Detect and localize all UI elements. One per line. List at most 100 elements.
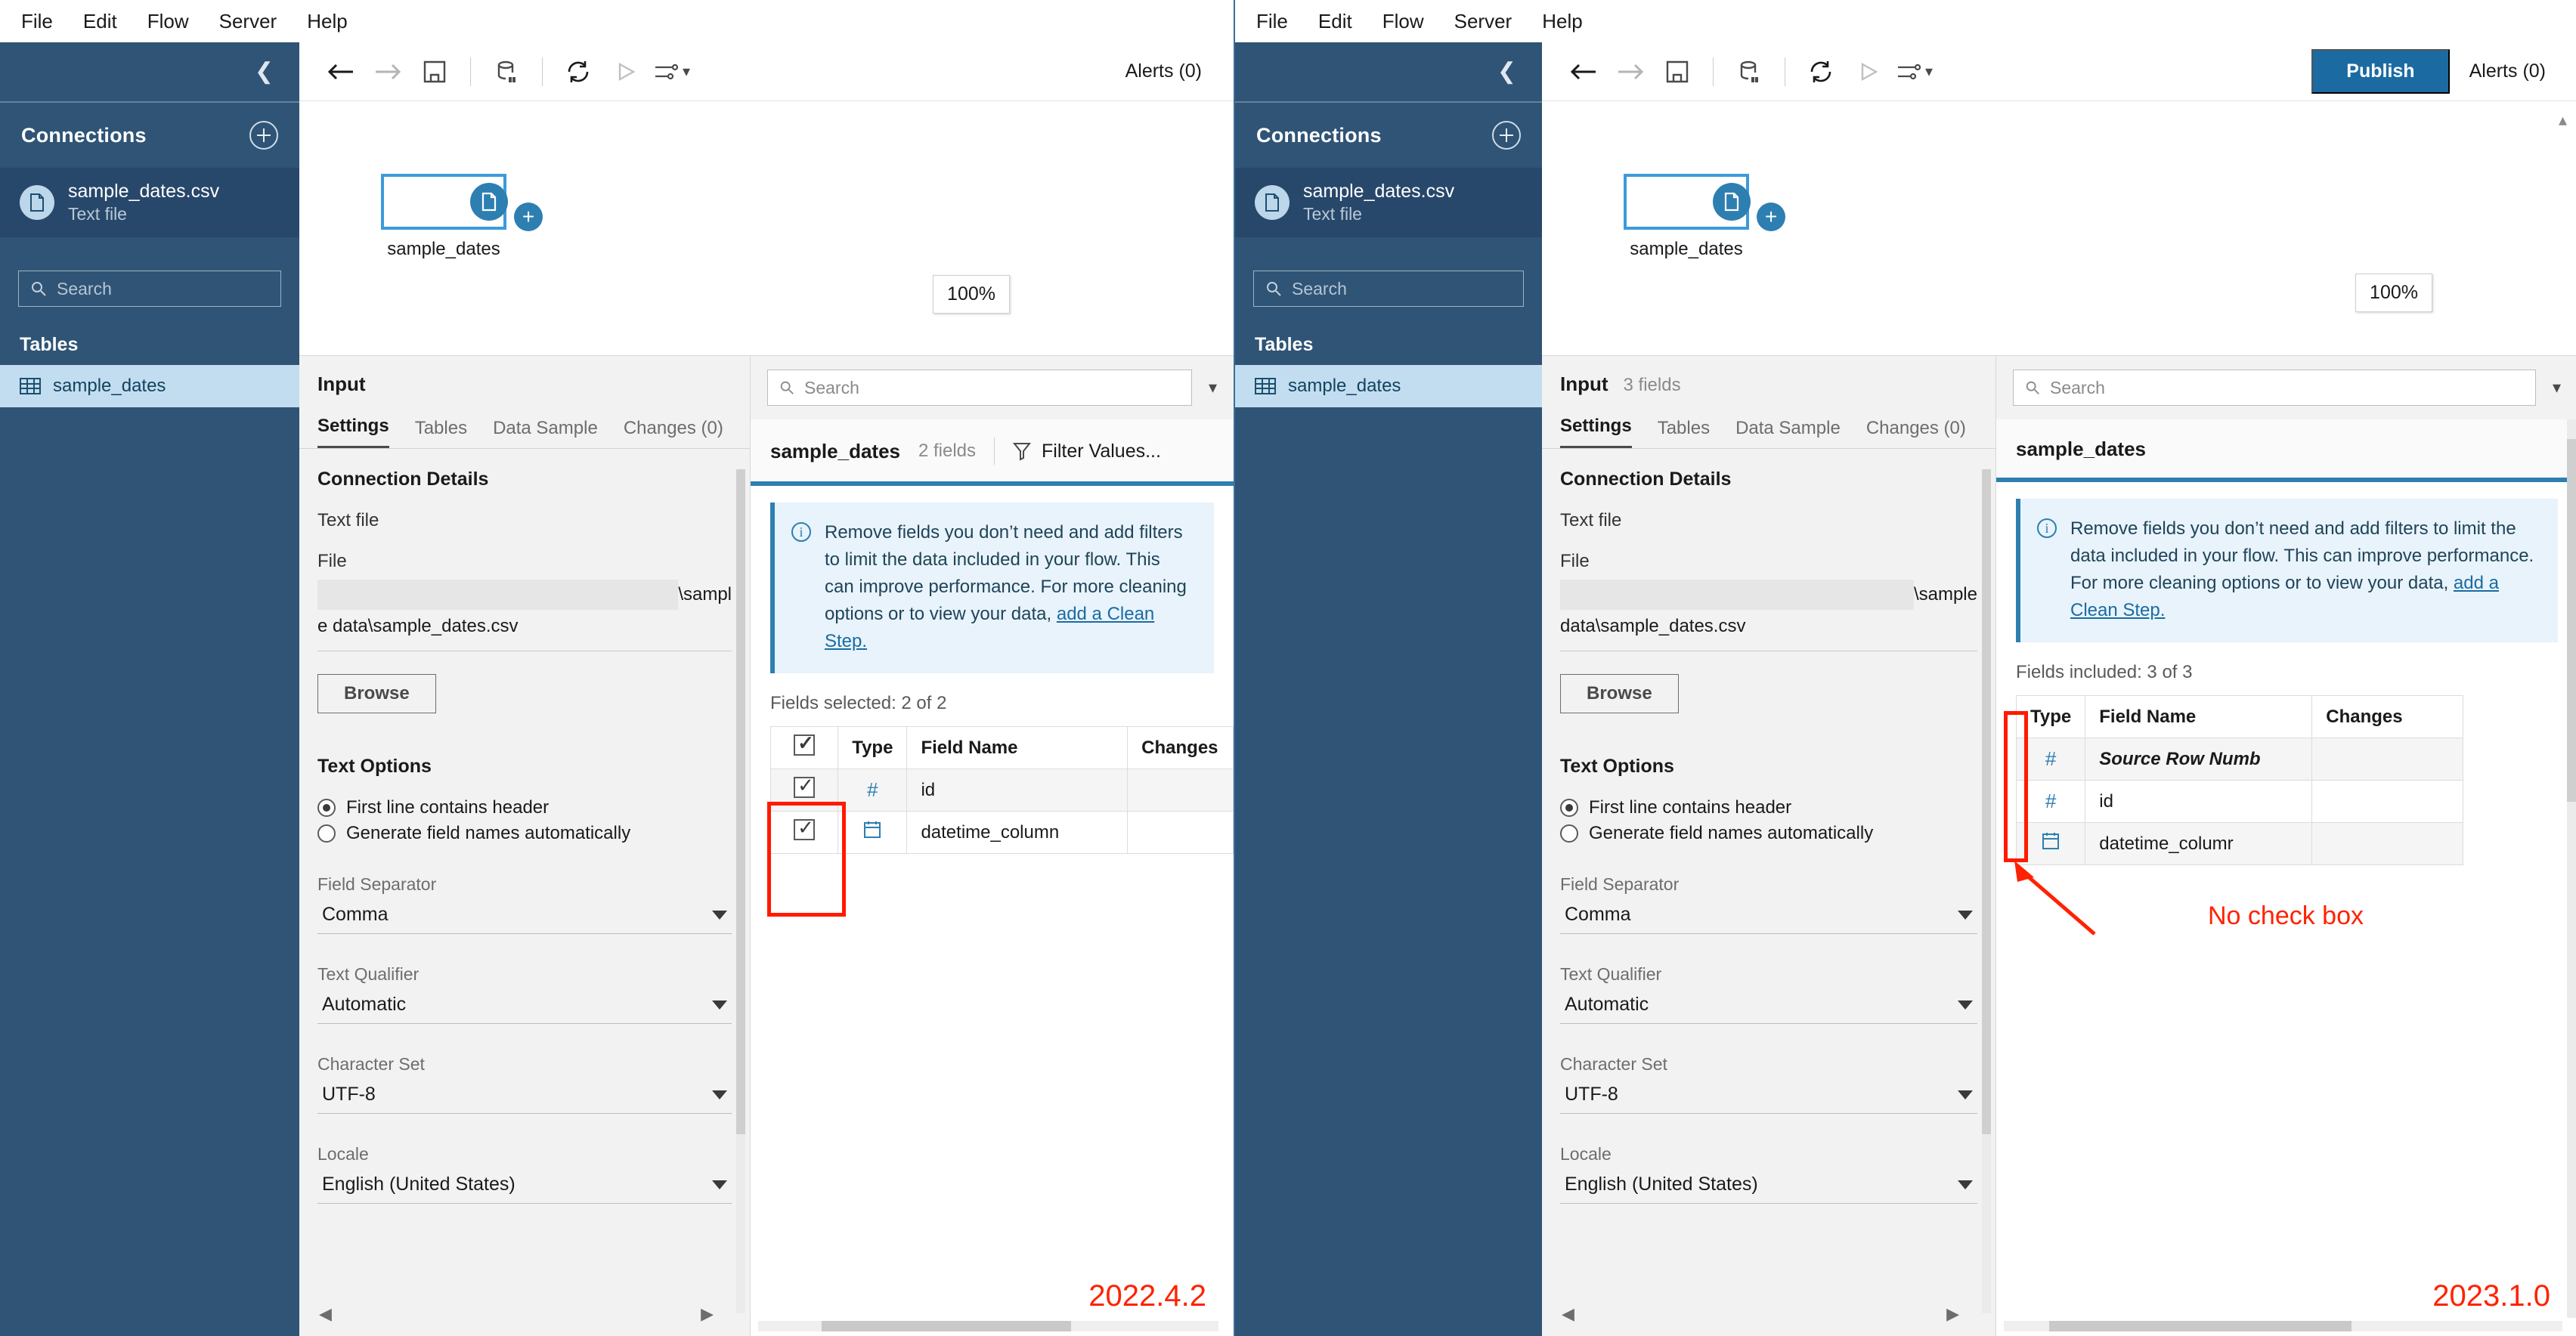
tab-settings[interactable]: Settings: [1560, 416, 1632, 448]
plus-icon[interactable]: +: [1757, 203, 1785, 231]
fields-hscrollbar-thumb[interactable]: [2049, 1321, 2352, 1331]
radio-button-on[interactable]: [317, 799, 336, 817]
search-input[interactable]: Search: [2013, 370, 2536, 406]
scroll-left-arrow[interactable]: ◀: [319, 1304, 332, 1324]
menu-item-file[interactable]: File: [6, 10, 68, 33]
field-separator-select[interactable]: Comma: [317, 901, 732, 934]
database-pause-icon[interactable]: [1726, 48, 1773, 95]
radio-button-on[interactable]: [1560, 799, 1578, 817]
arrow-right-icon[interactable]: [364, 48, 411, 95]
search-input[interactable]: Search: [767, 370, 1192, 406]
checkbox-all[interactable]: [794, 731, 816, 756]
settings-scrollbar-thumb[interactable]: [1982, 469, 1991, 1134]
column-field-name[interactable]: Field Name: [2085, 695, 2313, 738]
column-field-name[interactable]: Field Name: [906, 726, 1129, 769]
file-path-input[interactable]: [1560, 580, 1914, 610]
menu-item-server[interactable]: Server: [204, 10, 293, 33]
table-row[interactable]: # id: [2015, 780, 2464, 823]
chevron-down-icon[interactable]: ▾: [1209, 378, 1217, 397]
search-input[interactable]: Search: [18, 271, 281, 307]
flow-canvas-right[interactable]: + sample_dates 100% ▴: [1542, 101, 2576, 355]
column-type[interactable]: Type: [2015, 695, 2086, 738]
tab-data-sample[interactable]: Data Sample: [493, 418, 598, 448]
fields-hscrollbar-thumb[interactable]: [822, 1321, 1071, 1331]
table-item-sample-dates[interactable]: sample_dates: [1235, 365, 1542, 407]
tab-settings[interactable]: Settings: [317, 416, 389, 448]
search-input[interactable]: Search: [1253, 271, 1524, 307]
save-icon[interactable]: [1654, 48, 1701, 95]
plus-circle-icon[interactable]: [249, 121, 278, 150]
publish-button[interactable]: Publish: [2311, 49, 2450, 94]
filter-values-button[interactable]: Filter Values...: [1013, 441, 1161, 462]
locale-select[interactable]: English (United States): [1560, 1171, 1977, 1204]
zoom-level-badge[interactable]: 100%: [933, 275, 1010, 314]
play-icon[interactable]: [602, 48, 649, 95]
save-icon[interactable]: [411, 48, 458, 95]
chevron-left-icon[interactable]: ❮: [255, 60, 274, 83]
checkbox-row[interactable]: [794, 816, 816, 840]
fields-vscrollbar-thumb[interactable]: [2567, 439, 2576, 802]
flow-canvas-left[interactable]: + sample_dates 100%: [299, 101, 1234, 355]
menu-item-edit[interactable]: Edit: [68, 10, 132, 33]
zoom-level-badge[interactable]: 100%: [2355, 274, 2432, 312]
arrow-left-icon[interactable]: [1560, 48, 1607, 95]
table-row[interactable]: datetime_column: [769, 811, 1234, 854]
node-box[interactable]: [381, 174, 508, 230]
text-qualifier-select[interactable]: Automatic: [317, 991, 732, 1024]
radio-generate-names[interactable]: Generate field names automatically: [1560, 823, 1977, 844]
browse-button[interactable]: Browse: [1560, 674, 1679, 713]
scroll-left-arrow[interactable]: ◀: [1562, 1304, 1574, 1324]
tab-changes[interactable]: Changes (0): [624, 418, 723, 448]
field-separator-select[interactable]: Comma: [1560, 901, 1977, 934]
settings-scrollbar-thumb[interactable]: [736, 469, 745, 1134]
radio-button-off[interactable]: [317, 824, 336, 843]
tab-tables[interactable]: Tables: [415, 418, 467, 448]
flow-node-sample-dates[interactable]: + sample_dates: [1624, 174, 1785, 260]
alerts-label[interactable]: Alerts (0): [1125, 60, 1215, 82]
row-checkbox-cell[interactable]: [769, 769, 839, 812]
table-row[interactable]: # id: [769, 769, 1234, 812]
play-icon[interactable]: [1844, 48, 1891, 95]
scroll-right-arrow[interactable]: ▶: [701, 1304, 714, 1324]
node-box[interactable]: [1624, 174, 1751, 230]
table-item-sample-dates[interactable]: sample_dates: [0, 365, 299, 407]
scroll-right-arrow[interactable]: ▶: [1946, 1304, 1959, 1324]
character-set-select[interactable]: UTF-8: [317, 1081, 732, 1114]
tab-data-sample[interactable]: Data Sample: [1735, 418, 1841, 448]
character-set-select[interactable]: UTF-8: [1560, 1081, 1977, 1114]
file-path-field[interactable]: \sample: [1560, 580, 1977, 610]
chevron-down-icon[interactable]: ▾: [2553, 378, 2561, 397]
select-all-header[interactable]: [769, 726, 839, 769]
column-changes[interactable]: Changes: [1127, 726, 1234, 769]
radio-first-line-header[interactable]: First line contains header: [317, 797, 732, 818]
sliders-icon[interactable]: ▾: [649, 48, 695, 95]
file-path-input[interactable]: [317, 580, 679, 610]
connection-item-sample-dates[interactable]: sample_dates.csv Text file: [1235, 168, 1542, 237]
tab-changes[interactable]: Changes (0): [1866, 418, 1966, 448]
browse-button[interactable]: Browse: [317, 674, 436, 713]
menu-item-flow[interactable]: Flow: [1367, 10, 1439, 33]
file-path-field[interactable]: \sampl: [317, 580, 732, 610]
arrow-left-icon[interactable]: [317, 48, 364, 95]
refresh-icon[interactable]: [1797, 48, 1844, 95]
flow-node-sample-dates[interactable]: + sample_dates: [381, 174, 543, 260]
alerts-label[interactable]: Alerts (0): [2469, 60, 2559, 82]
sliders-icon[interactable]: ▾: [1891, 48, 1938, 95]
menu-item-edit[interactable]: Edit: [1303, 10, 1367, 33]
radio-generate-names[interactable]: Generate field names automatically: [317, 823, 732, 844]
column-changes[interactable]: Changes: [2311, 695, 2464, 738]
plus-icon[interactable]: +: [514, 203, 543, 231]
connection-item-sample-dates[interactable]: sample_dates.csv Text file: [0, 168, 299, 237]
database-pause-icon[interactable]: [483, 48, 530, 95]
row-checkbox-cell[interactable]: [769, 811, 839, 854]
table-row[interactable]: # Source Row Numb: [2015, 738, 2464, 781]
column-type[interactable]: Type: [838, 726, 908, 769]
radio-first-line-header[interactable]: First line contains header: [1560, 797, 1977, 818]
locale-select[interactable]: English (United States): [317, 1171, 732, 1204]
menu-item-file[interactable]: File: [1241, 10, 1303, 33]
text-qualifier-select[interactable]: Automatic: [1560, 991, 1977, 1024]
arrow-right-icon[interactable]: [1607, 48, 1654, 95]
checkbox-row[interactable]: [794, 774, 816, 798]
tab-tables[interactable]: Tables: [1658, 418, 1710, 448]
plus-circle-icon[interactable]: [1492, 121, 1521, 150]
